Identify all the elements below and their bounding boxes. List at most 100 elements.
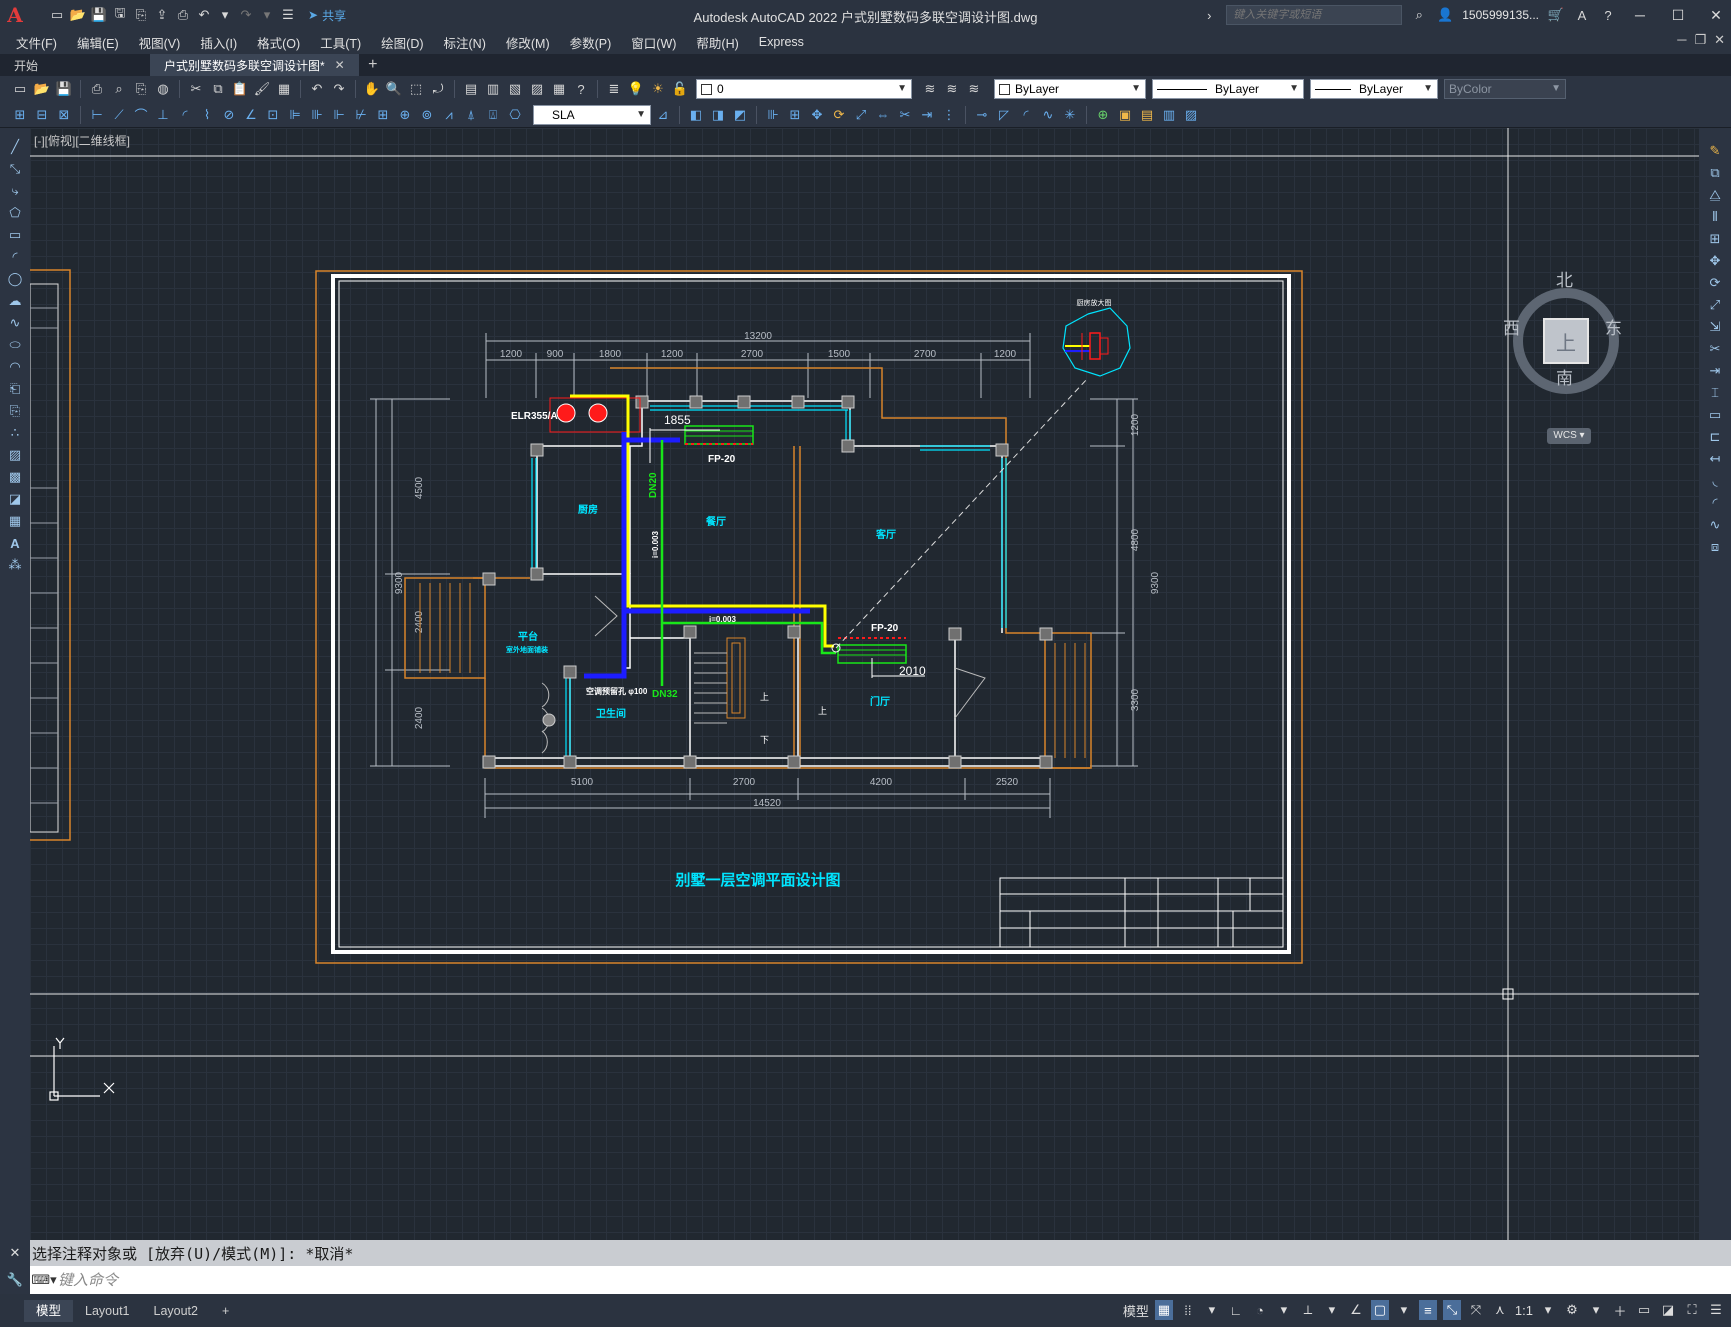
search-expand-icon[interactable]: › [1200,6,1218,24]
tolerance-icon[interactable]: ⊞ [373,105,393,125]
break-at-point-icon[interactable]: ⌶ [1705,384,1725,402]
plot-icon[interactable]: ⎙ [174,6,192,24]
dimension-style-manager-icon[interactable]: ⊿ [653,105,673,125]
layer-freeze-icon[interactable]: ☀ [648,79,668,99]
ellipse-arc-icon[interactable]: ◠ [5,358,25,376]
redo-icon[interactable]: ↷ [329,79,349,99]
object-snap-tracking-icon[interactable]: ∠ [1347,1300,1365,1320]
spline-icon[interactable]: ∿ [5,314,25,332]
undo-icon[interactable]: ↶ [195,6,213,24]
maximize-button[interactable]: ☐ [1663,0,1693,30]
close-tab-icon[interactable]: ✕ [335,58,345,72]
move-icon[interactable]: ✥ [807,105,827,125]
new-file-icon[interactable]: ▭ [48,6,66,24]
move-icon[interactable]: ✥ [1705,252,1725,270]
layer-lock-icon[interactable]: 🔓 [670,79,690,99]
share-button[interactable]: ➤ 共享 [308,7,346,24]
blend-curves-icon[interactable]: ◜ [1705,494,1725,512]
annotation-scale-button[interactable]: 1:1 [1515,1300,1533,1320]
plot-icon[interactable]: ⎙ [87,79,107,99]
jogged-icon[interactable]: ⌇ [197,105,217,125]
menu-parametric[interactable]: 参数(P) [560,33,622,52]
polar-dropdown-icon[interactable]: ▾ [1275,1300,1293,1320]
angular-icon[interactable]: ∠ [241,105,261,125]
copy-icon[interactable]: ⧉ [208,79,228,99]
make-block-icon[interactable]: ⎘ [5,402,25,420]
app-logo-button[interactable]: A [0,0,30,30]
stretch-icon[interactable]: ⇲ [1705,318,1725,336]
menu-tools[interactable]: 工具(T) [310,33,371,52]
continue-icon[interactable]: ⊪ [307,105,327,125]
recent-commands-icon[interactable]: ⌨▾ [30,1272,58,1288]
grid-display-icon[interactable]: ▦ [1154,1300,1173,1320]
construction-line-icon[interactable]: ⤡ [5,160,25,178]
point-icon[interactable]: ∴ [5,424,25,442]
line-icon[interactable]: ╱ [5,138,25,156]
rectangle-icon[interactable]: ▭ [5,226,25,244]
gradient-icon[interactable]: ▩ [5,468,25,486]
close-command-line-icon[interactable]: ✕ [0,1240,30,1266]
rotate-icon[interactable]: ⟳ [1705,274,1725,292]
ortho-mode-icon[interactable]: ∟ [1227,1300,1245,1320]
dimension-style-dropdown[interactable]: SLA ▼ [533,104,651,125]
diameter-icon[interactable]: ⊘ [219,105,239,125]
save-as-icon[interactable]: 🖫 [111,5,129,24]
jogged-linear-icon[interactable]: ⩘ [439,105,459,125]
layer-state-icon[interactable]: ≋ [964,79,984,99]
menu-express[interactable]: Express [749,35,814,49]
close-window-button[interactable]: ✕ [1701,0,1731,30]
center-mark-icon[interactable]: ⊕ [395,105,415,125]
stretch-icon[interactable]: ⇔ [873,105,893,125]
user-icon[interactable]: 👤 [1436,6,1454,24]
fillet-icon[interactable]: ◟ [1705,472,1725,490]
zoom-previous-icon[interactable]: ⤾ [428,79,448,99]
snap-dropdown-icon[interactable]: ▾ [1203,1300,1221,1320]
menu-modify[interactable]: 修改(M) [496,33,560,52]
workspace-dropdown-icon[interactable]: ▾ [1587,1300,1605,1320]
hatch-icon[interactable]: ▨ [5,446,25,464]
spline-edit-icon[interactable]: ∿ [1705,516,1725,534]
open-web-icon[interactable]: ⎘ [132,6,150,24]
polygon-icon[interactable]: ⬠ [5,204,25,222]
cut-icon[interactable]: ✂ [186,79,206,99]
quick-dimension-icon[interactable]: ⊡ [263,105,283,125]
ordinate-icon[interactable]: ⊥ [153,105,173,125]
blend-icon[interactable]: ∿ [1038,105,1058,125]
arc-icon[interactable]: ◜ [5,248,25,266]
compass-west[interactable]: 西 [1503,314,1520,339]
table-icon[interactable]: ▦ [5,512,25,530]
lineweight-display-icon[interactable]: ≡ [1418,1300,1437,1320]
menu-window[interactable]: 窗口(W) [621,33,686,52]
tab-layout2[interactable]: Layout2 [142,1300,210,1322]
linear-dimension-icon[interactable]: ⊢ [87,105,107,125]
insert-block-icon[interactable]: ⎗ [5,380,25,398]
pan-icon[interactable]: ✋ [362,79,382,99]
drawing-canvas[interactable]: [-][俯视][二维线框] 13200 1200 900 1800 1200 2… [30,128,1699,1240]
mirror-icon[interactable]: ◩ [730,105,750,125]
undo-icon[interactable]: ↶ [307,79,327,99]
object-snap-dropdown-icon[interactable]: ▾ [1395,1300,1413,1320]
menu-view[interactable]: 视图(V) [129,33,191,52]
cart-icon[interactable]: 🛒 [1547,6,1565,24]
extend-icon[interactable]: ⇥ [917,105,937,125]
array-icon[interactable]: ⊞ [785,105,805,125]
offset-icon[interactable]: ⫴ [1705,208,1725,226]
wcs-menu-button[interactable]: WCS ▾ [1547,428,1591,444]
user-name[interactable]: 1505999135... [1462,8,1539,22]
snap-mode-icon[interactable]: ⁞⁞ [1179,1300,1197,1320]
menu-help[interactable]: 帮助(H) [686,33,748,52]
ellipse-icon[interactable]: ⬭ [5,336,25,354]
linetype-dropdown[interactable]: ByLayer ▼ [1152,79,1304,99]
autodesk-app-icon[interactable]: A [1573,6,1591,24]
sheet-set-icon[interactable]: ▨ [527,79,547,99]
layer-on-icon[interactable]: 💡 [626,79,646,99]
customize-icon[interactable]: ☰ [1707,1300,1725,1320]
dimension-edit-icon[interactable]: ⍋ [461,105,481,125]
lineweight-dropdown[interactable]: ByLayer ▼ [1310,79,1438,99]
viewcube[interactable]: 北 南 东 西 上 WCS ▾ [1501,270,1631,450]
add-selected-icon[interactable]: ⁂ [5,556,25,574]
scale-icon[interactable]: ⤢ [1705,296,1725,314]
menu-insert[interactable]: 插入(I) [190,33,247,52]
multiline-text-icon[interactable]: A [5,534,25,552]
web-icon[interactable]: ◍ [153,79,173,99]
